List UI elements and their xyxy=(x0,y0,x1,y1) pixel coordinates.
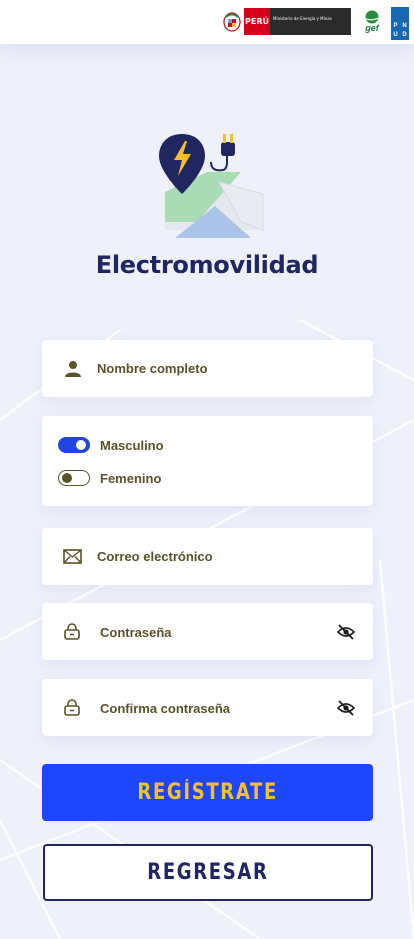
female-toggle[interactable] xyxy=(58,470,90,486)
undp-letter: D xyxy=(402,32,407,39)
female-option-label: Femenino xyxy=(100,471,162,486)
ministry-logo: PERÚ Ministerio de Energía y Minas xyxy=(220,8,351,35)
gef-logo: gef xyxy=(360,9,384,37)
eye-off-icon[interactable] xyxy=(337,700,355,716)
undp-logo: P N U D xyxy=(391,7,409,40)
lock-icon xyxy=(64,623,80,640)
peru-coat-of-arms-icon xyxy=(223,12,241,32)
undp-letter: N xyxy=(402,22,407,29)
top-header-bar: PERÚ Ministerio de Energía y Minas gef P… xyxy=(0,0,414,44)
eye-off-icon[interactable] xyxy=(337,624,355,640)
male-option-label: Masculino xyxy=(100,438,164,453)
ministry-label: Ministerio de Energía y Minas xyxy=(270,8,351,35)
confirm-password-placeholder: Confirma contraseña xyxy=(100,701,231,716)
electromobility-logo-icon xyxy=(159,134,264,238)
confirm-password-field[interactable]: Confirma contraseña xyxy=(42,679,373,736)
register-button[interactable]: REGÍSTRATE xyxy=(42,764,373,821)
envelope-icon xyxy=(63,549,82,564)
gender-selector: Masculino Femenino xyxy=(42,416,373,506)
register-button-label: REGÍSTRATE xyxy=(137,780,278,805)
lock-icon xyxy=(64,699,80,716)
password-field[interactable]: Contraseña xyxy=(42,603,373,660)
email-field[interactable]: Correo electrónico xyxy=(42,528,373,585)
password-placeholder: Contraseña xyxy=(100,625,172,640)
full-name-placeholder: Nombre completo xyxy=(97,361,208,376)
full-name-field[interactable]: Nombre completo xyxy=(42,340,373,397)
undp-letter: P xyxy=(393,22,398,29)
user-icon xyxy=(65,361,81,377)
back-button-label: REGRESAR xyxy=(147,860,269,885)
app-title: Electromovilidad xyxy=(95,251,319,279)
gef-label: gef xyxy=(365,23,379,33)
male-toggle[interactable] xyxy=(58,437,90,453)
peru-label: PERÚ xyxy=(244,8,270,35)
email-placeholder: Correo electrónico xyxy=(97,549,213,564)
undp-letter: U xyxy=(393,32,398,39)
back-button[interactable]: REGRESAR xyxy=(43,844,373,901)
